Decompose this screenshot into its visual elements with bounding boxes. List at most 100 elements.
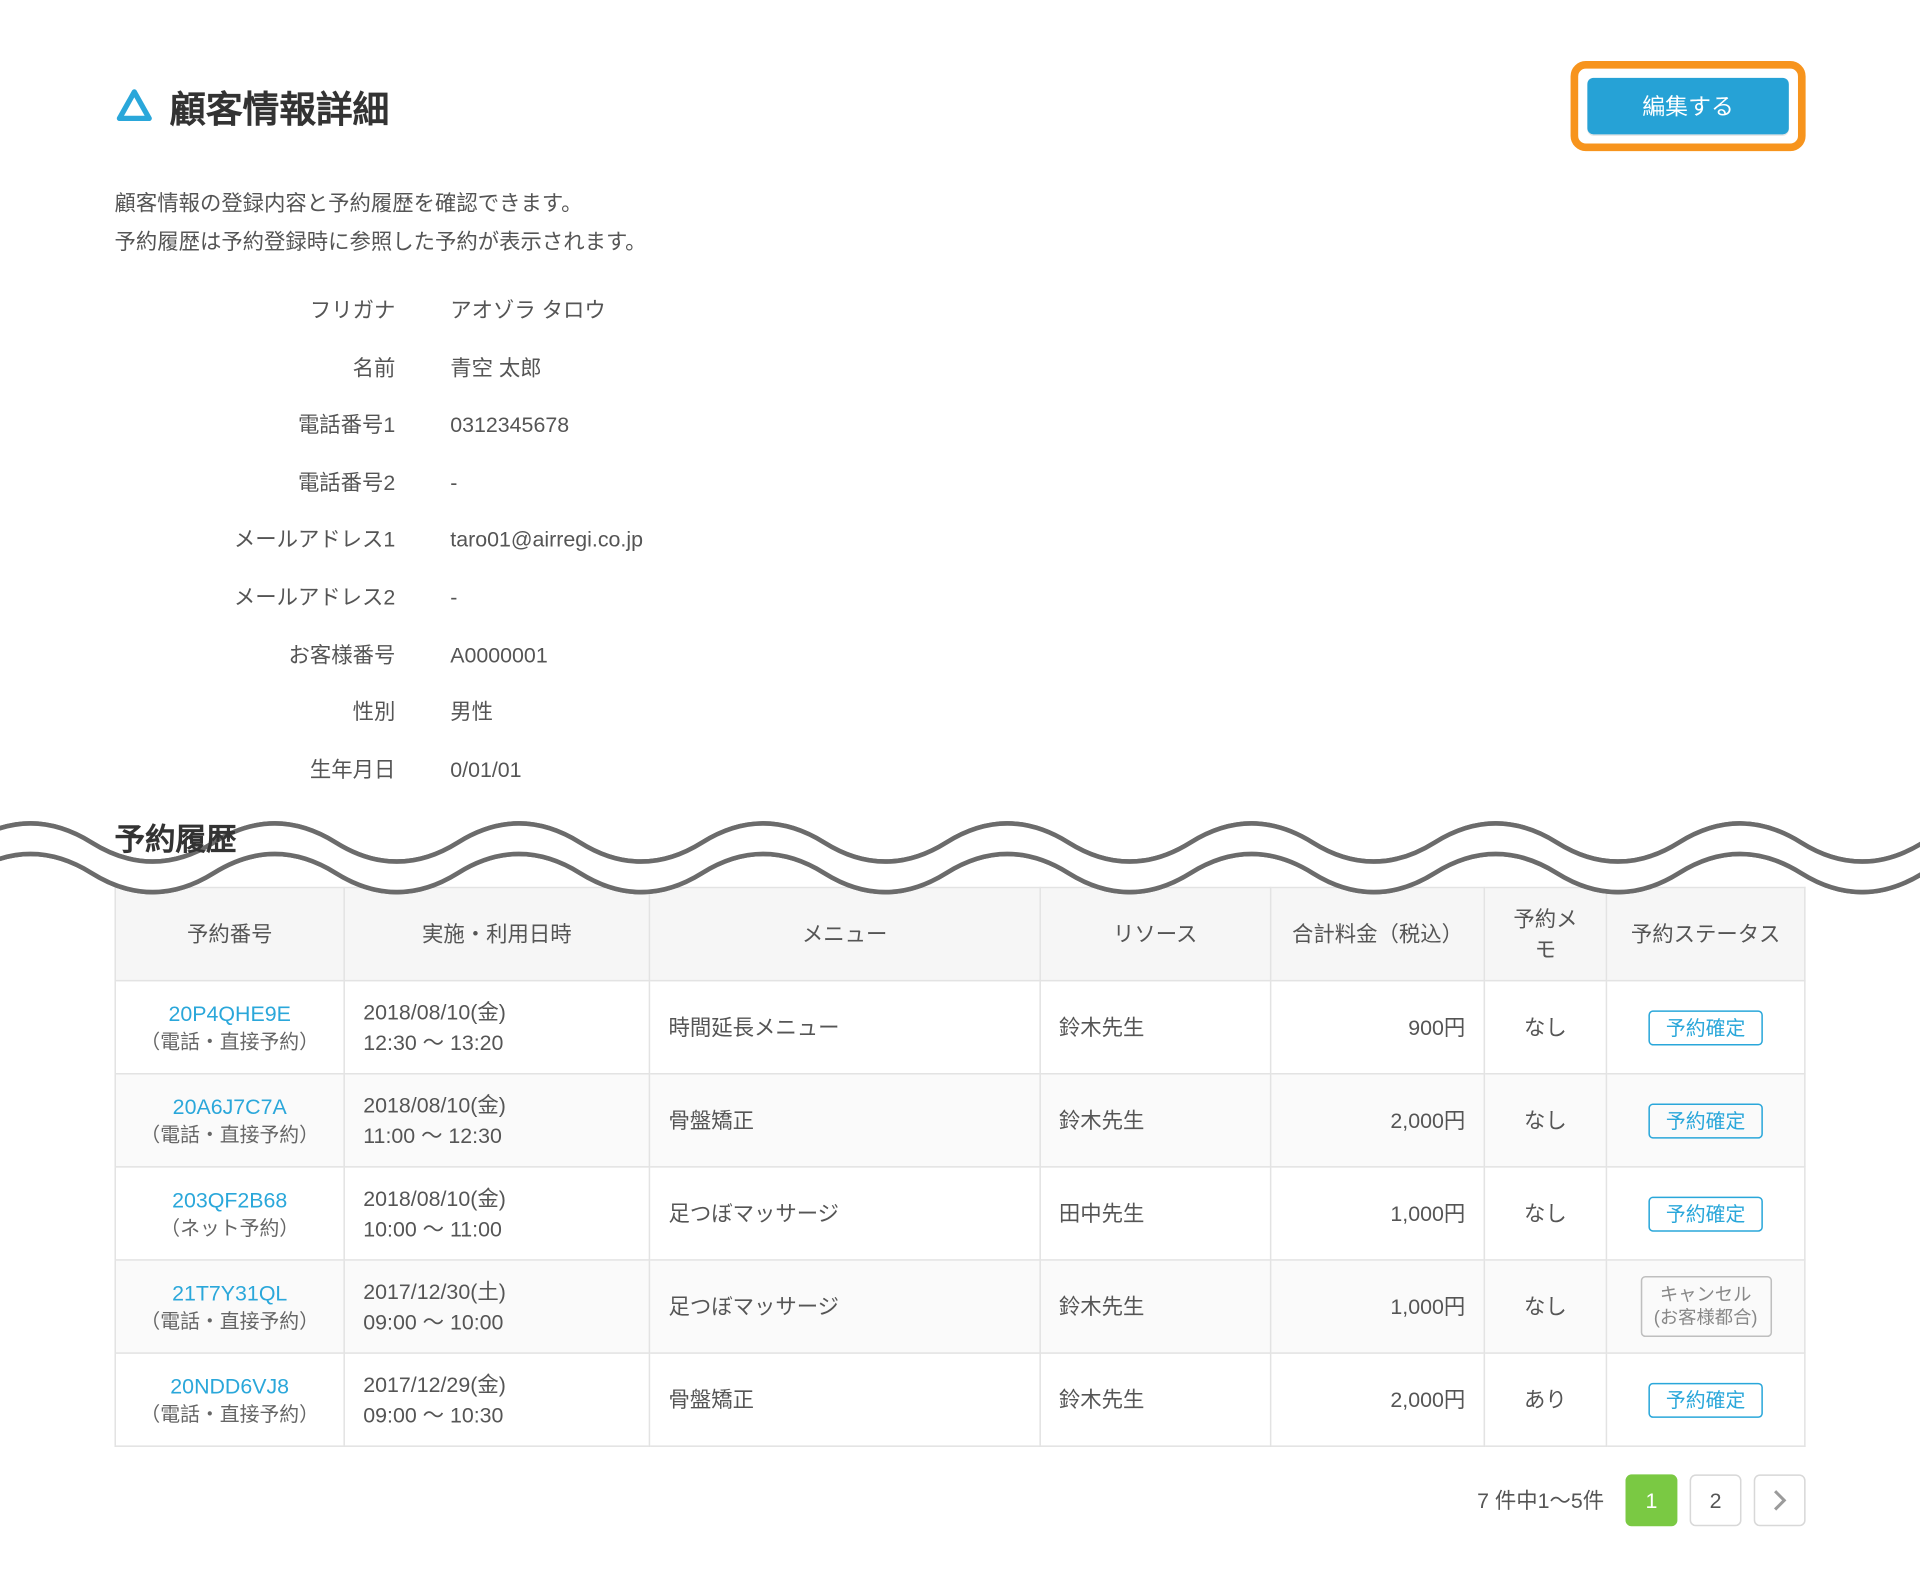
menu-cell: 足つぼマッサージ <box>649 1260 1039 1353</box>
reserve-no-link[interactable]: 20A6J7C7A <box>134 1094 325 1118</box>
price-cell: 2,000円 <box>1271 1074 1485 1167</box>
page-description: 顧客情報の登録内容と予約履歴を確認できます。 予約履歴は予約登録時に参照した予約… <box>114 185 1805 260</box>
time-value: 09:00 ～ 10:00 <box>363 1307 630 1338</box>
email1-value: taro01@airregi.co.jp <box>450 526 643 556</box>
status-cell: キャンセル(お客様都合) <box>1606 1260 1804 1353</box>
chevron-right-icon <box>1772 1490 1787 1511</box>
table-row: 20P4QHE9E（電話・直接予約）2018/08/10(金)12:30 ～ 1… <box>115 981 1805 1074</box>
status-badge: 予約確定 <box>1649 1383 1762 1418</box>
memo-cell: なし <box>1484 981 1606 1074</box>
resource-cell: 田中先生 <box>1040 1167 1271 1260</box>
memo-cell: あり <box>1484 1354 1606 1447</box>
furigana-label: フリガナ <box>114 296 450 326</box>
reserve-no-link[interactable]: 20P4QHE9E <box>134 1001 325 1025</box>
status-badge: 予約確定 <box>1649 1103 1762 1138</box>
datetime-cell: 2017/12/29(金)09:00 ～ 10:30 <box>344 1354 649 1447</box>
name-label: 名前 <box>114 353 450 383</box>
date-value: 2018/08/10(金) <box>363 1090 630 1121</box>
menu-cell: 骨盤矯正 <box>649 1354 1039 1447</box>
triangle-icon <box>114 86 154 126</box>
reserve-no-sub: （電話・直接予約） <box>134 1119 325 1148</box>
reserve-no-link[interactable]: 21T7Y31QL <box>134 1280 325 1304</box>
resource-cell: 鈴木先生 <box>1040 1260 1271 1353</box>
menu-cell: 骨盤矯正 <box>649 1074 1039 1167</box>
tel2-value: - <box>450 468 457 498</box>
price-cell: 900円 <box>1271 981 1485 1074</box>
menu-cell: 足つぼマッサージ <box>649 1167 1039 1260</box>
price-cell: 1,000円 <box>1271 1260 1485 1353</box>
memo-cell: なし <box>1484 1167 1606 1260</box>
page-next-button[interactable] <box>1754 1475 1806 1527</box>
pager-summary: 7 件中1～5件 <box>1477 1486 1604 1517</box>
table-row: 21T7Y31QL（電話・直接予約）2017/12/30(土)09:00 ～ 1… <box>115 1260 1805 1353</box>
status-badge: 予約確定 <box>1649 1010 1762 1045</box>
reserve-no-link[interactable]: 20NDD6VJ8 <box>134 1373 325 1397</box>
reserve-no-cell: 21T7Y31QL（電話・直接予約） <box>115 1260 344 1353</box>
date-value: 2018/08/10(金) <box>363 997 630 1028</box>
reserve-no-cell: 20NDD6VJ8（電話・直接予約） <box>115 1354 344 1447</box>
date-value: 2018/08/10(金) <box>363 1183 630 1214</box>
history-table: 予約番号 実施・利用日時 メニュー リソース 合計料金（税込） 予約メモ 予約ス… <box>114 887 1805 1447</box>
menu-cell: 時間延長メニュー <box>649 981 1039 1074</box>
furigana-value: アオゾラ タロウ <box>450 296 606 326</box>
custno-value: A0000001 <box>450 640 547 670</box>
table-row: 203QF2B68（ネット予約）2018/08/10(金)10:00 ～ 11:… <box>115 1167 1805 1260</box>
status-cell: 予約確定 <box>1606 1354 1804 1447</box>
reserve-no-cell: 20P4QHE9E（電話・直接予約） <box>115 981 344 1074</box>
customer-fields: フリガナアオゾラ タロウ 名前青空 太郎 電話番号10312345678 電話番… <box>114 296 1805 785</box>
status-cell: 予約確定 <box>1606 1074 1804 1167</box>
description-line-2: 予約履歴は予約登録時に参照した予約が表示されます。 <box>114 222 1805 259</box>
tel2-label: 電話番号2 <box>114 468 450 498</box>
memo-cell: なし <box>1484 1260 1606 1353</box>
name-value: 青空 太郎 <box>450 353 541 383</box>
gender-label: 性別 <box>114 698 450 728</box>
status-cell: 予約確定 <box>1606 981 1804 1074</box>
status-badge: 予約確定 <box>1649 1196 1762 1231</box>
table-row: 20A6J7C7A（電話・直接予約）2018/08/10(金)11:00 ～ 1… <box>115 1074 1805 1167</box>
birth-value: 0/01/01 <box>450 755 521 785</box>
tel1-label: 電話番号1 <box>114 411 450 441</box>
email2-value: - <box>450 583 457 613</box>
datetime-cell: 2018/08/10(金)10:00 ～ 11:00 <box>344 1167 649 1260</box>
reserve-no-sub: （電話・直接予約） <box>134 1025 325 1054</box>
edit-highlight-box: 編集する <box>1571 61 1806 151</box>
price-cell: 2,000円 <box>1271 1354 1485 1447</box>
resource-cell: 鈴木先生 <box>1040 981 1271 1074</box>
datetime-cell: 2018/08/10(金)11:00 ～ 12:30 <box>344 1074 649 1167</box>
reserve-no-sub: （電話・直接予約） <box>134 1305 325 1334</box>
time-value: 12:30 ～ 13:20 <box>363 1028 630 1059</box>
price-cell: 1,000円 <box>1271 1167 1485 1260</box>
datetime-cell: 2017/12/30(土)09:00 ～ 10:00 <box>344 1260 649 1353</box>
datetime-cell: 2018/08/10(金)12:30 ～ 13:20 <box>344 981 649 1074</box>
time-value: 11:00 ～ 12:30 <box>363 1121 630 1152</box>
page-1-button[interactable]: 1 <box>1626 1475 1678 1527</box>
pager: 1 2 <box>1626 1475 1806 1527</box>
page-title: 顧客情報詳細 <box>169 79 389 132</box>
email1-label: メールアドレス1 <box>114 526 450 556</box>
history-section-title: 予約履歴 <box>114 816 1805 860</box>
time-value: 09:00 ～ 10:30 <box>363 1400 630 1431</box>
description-line-1: 顧客情報の登録内容と予約履歴を確認できます。 <box>114 185 1805 222</box>
reserve-no-cell: 20A6J7C7A（電話・直接予約） <box>115 1074 344 1167</box>
tel1-value: 0312345678 <box>450 411 569 441</box>
edit-button[interactable]: 編集する <box>1587 78 1788 134</box>
reserve-no-link[interactable]: 203QF2B68 <box>134 1187 325 1211</box>
memo-cell: なし <box>1484 1074 1606 1167</box>
date-value: 2017/12/29(金) <box>363 1370 630 1401</box>
date-value: 2017/12/30(土) <box>363 1277 630 1308</box>
email2-label: メールアドレス2 <box>114 583 450 613</box>
time-value: 10:00 ～ 11:00 <box>363 1214 630 1245</box>
resource-cell: 鈴木先生 <box>1040 1354 1271 1447</box>
birth-label: 生年月日 <box>114 755 450 785</box>
reserve-no-sub: （ネット予約） <box>134 1212 325 1241</box>
gender-value: 男性 <box>450 698 493 728</box>
page-2-button[interactable]: 2 <box>1690 1475 1742 1527</box>
table-row: 20NDD6VJ8（電話・直接予約）2017/12/29(金)09:00 ～ 1… <box>115 1354 1805 1447</box>
status-badge: キャンセル(お客様都合) <box>1640 1277 1771 1338</box>
status-cell: 予約確定 <box>1606 1167 1804 1260</box>
page-title-group: 顧客情報詳細 <box>114 79 389 132</box>
reserve-no-sub: （電話・直接予約） <box>134 1398 325 1427</box>
reserve-no-cell: 203QF2B68（ネット予約） <box>115 1167 344 1260</box>
custno-label: お客様番号 <box>114 640 450 670</box>
resource-cell: 鈴木先生 <box>1040 1074 1271 1167</box>
